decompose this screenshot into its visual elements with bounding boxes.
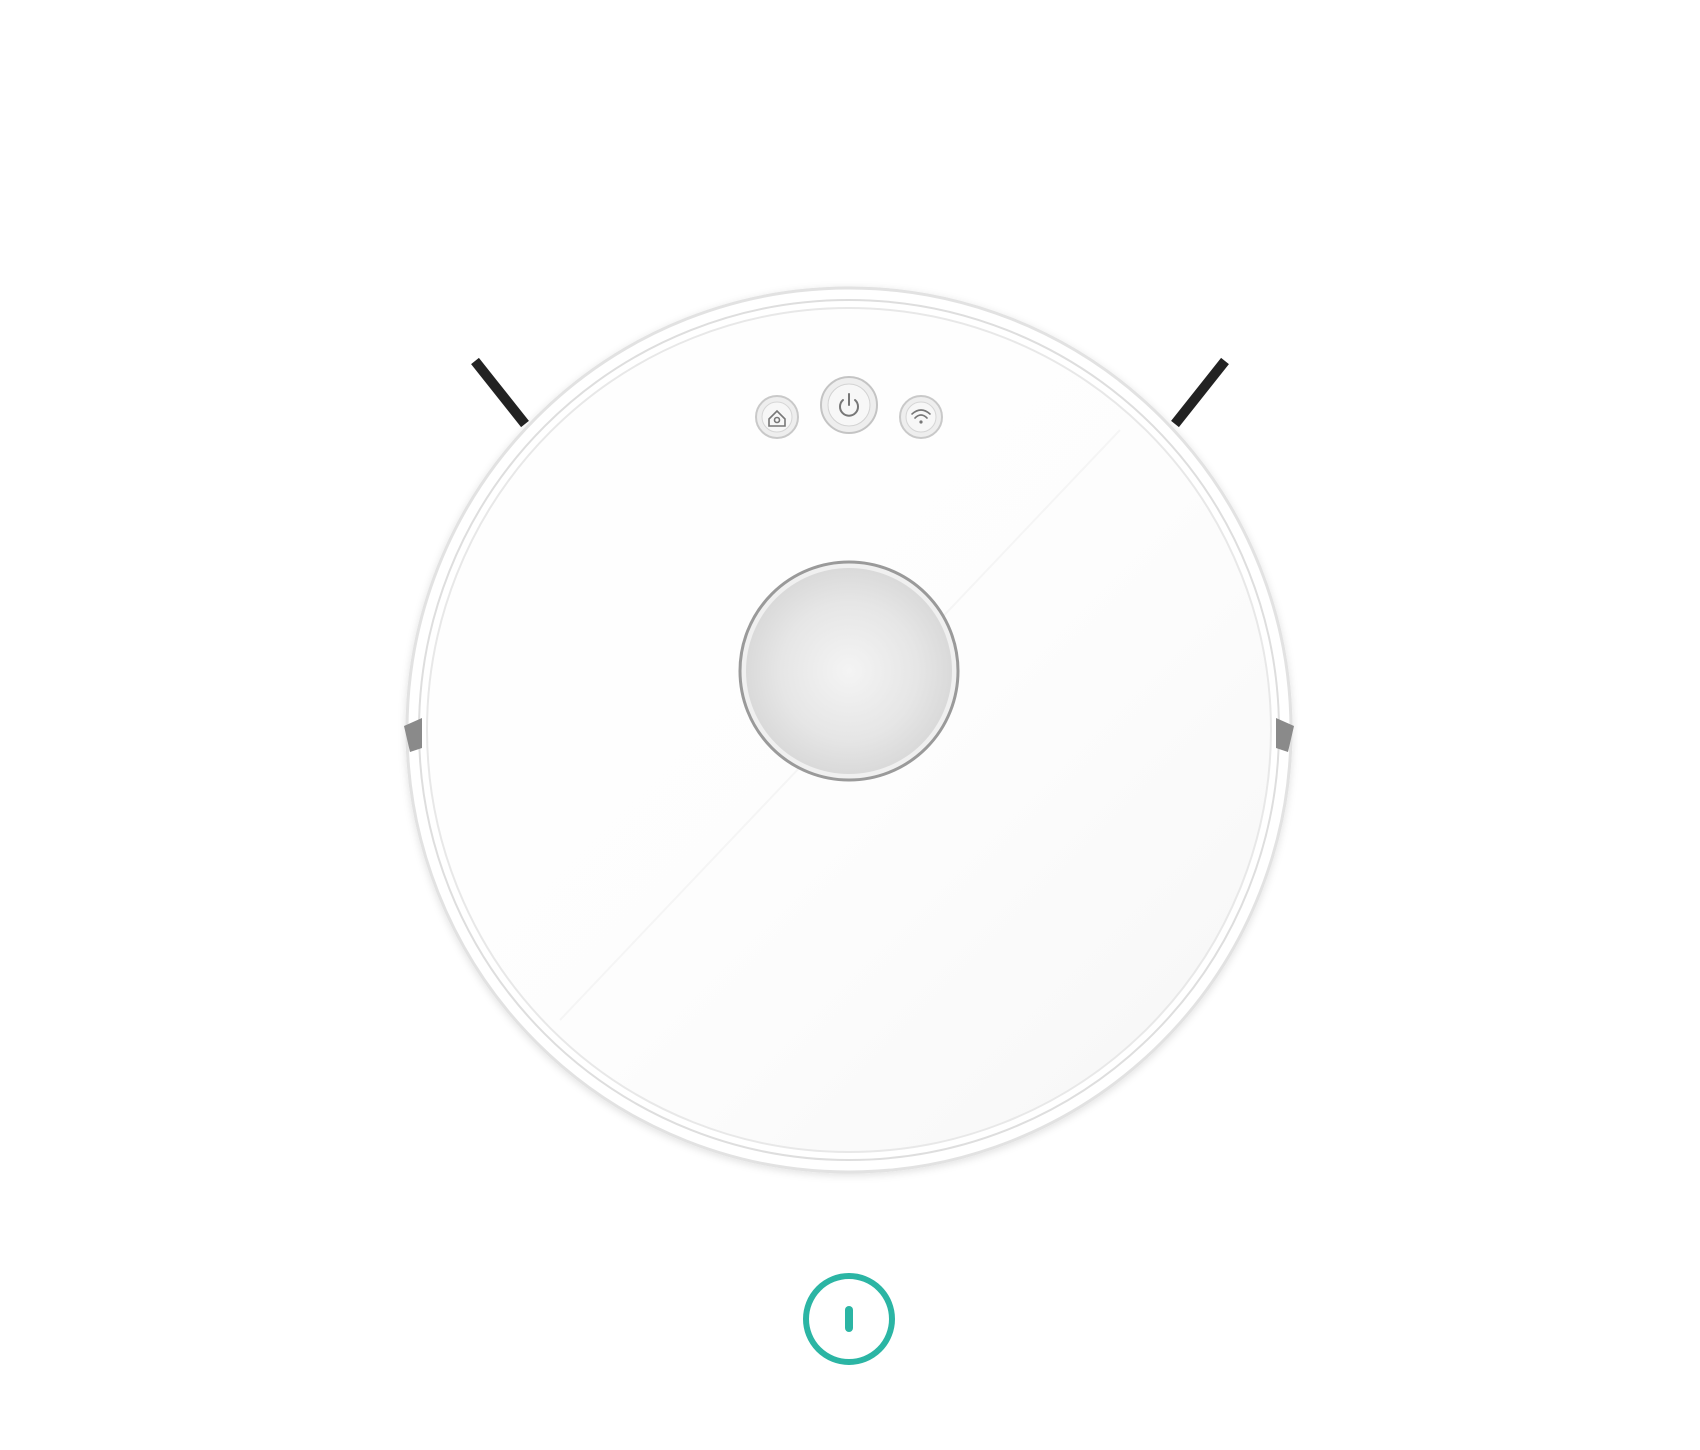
device-screen — [0, 0, 1700, 1450]
side-brush-left — [471, 357, 529, 428]
power-button[interactable] — [820, 376, 878, 434]
lidar-cap — [738, 560, 960, 782]
wifi-button[interactable] — [899, 395, 943, 439]
home-button[interactable] — [755, 395, 799, 439]
power-toggle-icon — [845, 1306, 853, 1332]
side-brush-right — [1171, 357, 1229, 428]
robot-vacuum-illustration — [404, 286, 1294, 1174]
start-cleaning-button[interactable] — [803, 1273, 895, 1365]
